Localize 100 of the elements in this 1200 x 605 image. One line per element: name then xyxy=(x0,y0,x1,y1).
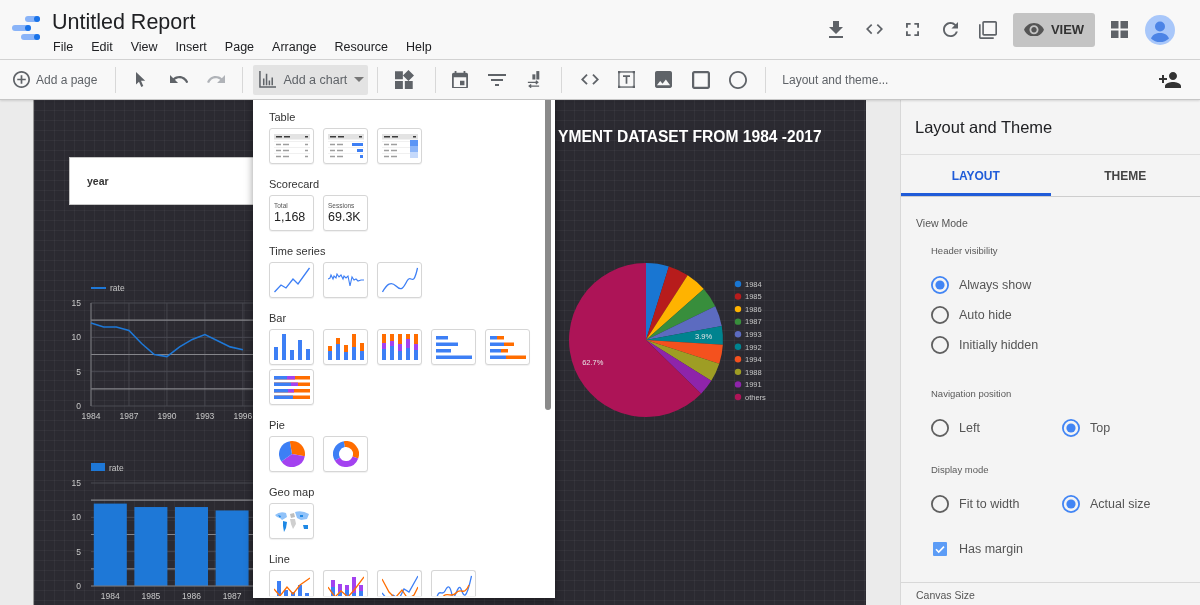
menu-item[interactable]: File xyxy=(53,39,74,55)
code-icon[interactable] xyxy=(865,24,883,35)
person-add-icon[interactable] xyxy=(1159,71,1181,88)
scrollbar-thumb[interactable] xyxy=(545,100,551,410)
legend-label: rate xyxy=(109,462,124,473)
menu-item[interactable]: Page xyxy=(224,39,255,55)
menu-section-label: Scorecard xyxy=(269,177,321,192)
stacked-column-chart-icon xyxy=(327,334,364,360)
legend-label: rate xyxy=(110,282,125,293)
menu-item[interactable]: View xyxy=(130,39,158,55)
column-chart-icon xyxy=(273,334,310,360)
logo-icon[interactable] xyxy=(12,16,40,40)
menu-section-label: Bar xyxy=(269,311,288,326)
horizontal-bar-chart-icon xyxy=(435,335,472,359)
panel-title: Layout and Theme xyxy=(901,100,1200,155)
radio-option[interactable]: Initially hidden xyxy=(931,330,1039,360)
filter-icon[interactable] xyxy=(487,73,506,86)
axis-label: 1984 xyxy=(81,411,101,421)
legend-line-icon xyxy=(91,287,106,289)
tab[interactable]: LAYOUT xyxy=(901,155,1051,196)
shapes-icon[interactable] xyxy=(395,70,415,89)
chart-type-option[interactable] xyxy=(377,262,422,298)
chart-type-option[interactable] xyxy=(269,436,314,472)
axis-label: 1987 xyxy=(222,591,242,601)
eye-icon xyxy=(1023,22,1044,37)
table-bars-icon xyxy=(327,134,364,158)
chart-type-option[interactable] xyxy=(485,329,530,365)
chart-type-option[interactable] xyxy=(269,262,314,298)
refresh-icon[interactable] xyxy=(942,22,958,37)
menu-section-label: Table xyxy=(269,110,297,125)
axis-label: 1987 xyxy=(119,411,139,421)
radio-option[interactable]: Left xyxy=(931,413,980,443)
filter-control[interactable]: year xyxy=(69,157,254,205)
menu-item[interactable]: Help xyxy=(406,39,432,55)
chart-type-option[interactable] xyxy=(323,128,368,164)
view-button[interactable]: VIEW xyxy=(1013,12,1095,47)
add-page-button[interactable]: Add a page xyxy=(13,71,98,88)
radio-option[interactable]: Always show xyxy=(931,270,1032,300)
radio-option[interactable]: Top xyxy=(1062,413,1111,443)
menu-item[interactable]: Edit xyxy=(91,39,113,55)
calendar-icon[interactable] xyxy=(451,70,468,89)
chart-type-option[interactable] xyxy=(269,503,314,539)
stacked-bar-chart-icon xyxy=(489,335,526,359)
smooth-line-chart-icon xyxy=(381,267,418,293)
section-title: Canvas Size xyxy=(916,589,976,602)
layout-theme-button[interactable]: Layout and theme... xyxy=(782,72,889,87)
menu-section-label: Line xyxy=(269,552,291,567)
menu-item[interactable]: Resource xyxy=(334,39,389,55)
radio-option[interactable]: Fit to width xyxy=(931,489,1020,519)
donut-chart-icon xyxy=(332,441,359,467)
download-icon[interactable] xyxy=(829,21,843,38)
bars-arrows-icon[interactable] xyxy=(526,71,542,88)
chart-type-option[interactable] xyxy=(323,262,368,298)
code-icon[interactable] xyxy=(580,74,599,85)
chart-type-option[interactable] xyxy=(269,128,314,164)
table-chart-icon xyxy=(273,134,310,158)
chart-type-option[interactable] xyxy=(269,369,314,405)
chart-type-option[interactable] xyxy=(269,570,314,596)
chart-type-option[interactable] xyxy=(269,329,314,365)
axis-label: 10 xyxy=(71,512,81,523)
text-box-icon[interactable] xyxy=(618,71,636,88)
axis-label: 0 xyxy=(76,581,81,591)
chart-type-option[interactable] xyxy=(377,570,422,596)
axis-label: 1990 xyxy=(157,411,177,421)
axis-label: 10 xyxy=(71,332,81,343)
chart-type-option[interactable] xyxy=(323,570,368,596)
pie-chart-icon xyxy=(278,441,305,467)
chart-type-option[interactable] xyxy=(377,128,422,164)
fullscreen-icon[interactable] xyxy=(905,23,919,36)
axis-label: 1986 xyxy=(182,591,201,601)
axis-label: 5 xyxy=(76,366,81,377)
combo-chart-icon xyxy=(273,575,310,596)
chart-type-option[interactable] xyxy=(377,329,422,365)
menu-item[interactable]: Arrange xyxy=(272,39,317,55)
chart-type-option[interactable] xyxy=(431,329,476,365)
copy-icon[interactable] xyxy=(979,20,997,39)
tab[interactable]: THEME xyxy=(1050,155,1200,196)
report-title[interactable]: Untitled Report xyxy=(52,9,196,35)
radio-option[interactable]: Actual size xyxy=(1062,489,1151,519)
sparkline-icon xyxy=(327,273,364,287)
line-chart-icon xyxy=(381,575,418,596)
undo-icon[interactable] xyxy=(169,75,188,84)
table-heatmap-icon xyxy=(381,134,418,158)
chart-type-option[interactable] xyxy=(323,329,368,365)
add-chart-button[interactable]: Add a chart xyxy=(253,64,369,95)
checkbox-option[interactable]: Has margin xyxy=(931,534,1023,564)
image-icon[interactable] xyxy=(655,71,673,88)
caret-icon xyxy=(354,77,365,82)
axis-label: 1993 xyxy=(195,411,215,421)
legend-swatch-icon xyxy=(91,463,105,471)
grid-icon[interactable] xyxy=(1111,21,1128,38)
cursor-icon[interactable] xyxy=(136,71,148,88)
radio-option[interactable]: Auto hide xyxy=(931,300,1012,330)
stacked-column-chart-icon xyxy=(381,334,418,360)
chart-type-option[interactable] xyxy=(431,570,476,596)
menu-item[interactable]: Insert xyxy=(175,39,207,55)
chart-type-option[interactable] xyxy=(323,436,368,472)
group-label: Header visibility xyxy=(931,244,999,258)
avatar-icon[interactable] xyxy=(1145,14,1175,45)
combo-chart-icon xyxy=(327,575,364,596)
